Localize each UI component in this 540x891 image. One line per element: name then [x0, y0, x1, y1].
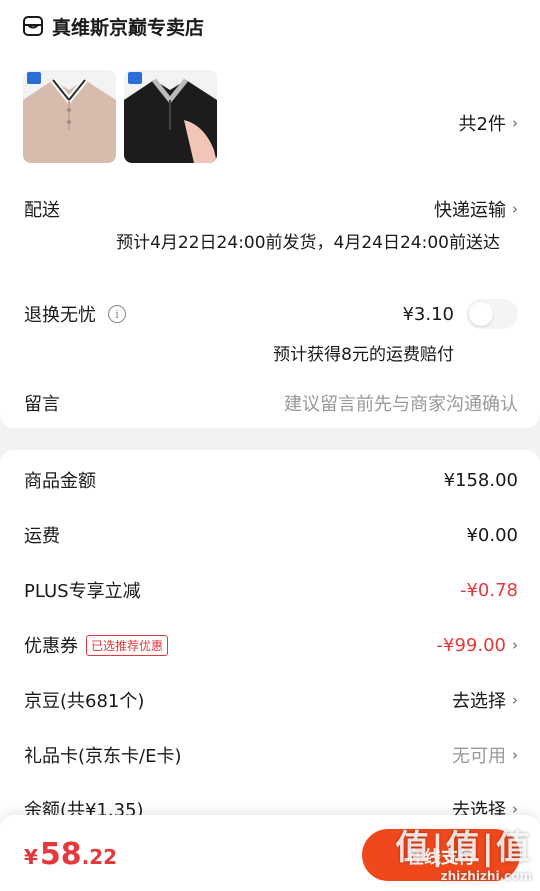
- order-card: 真维斯京巅专卖店 共2件 › 配送 快递运输 › 预计4月22日24:00前发货…: [0, 0, 540, 428]
- chevron-right-icon: ›: [512, 113, 518, 132]
- shipping-fee-label: 运费: [24, 526, 60, 547]
- order-total: ¥ 58 .22: [24, 837, 117, 872]
- delivery-eta: 预计4月22日24:00前发货，4月24日24:00前送达: [116, 233, 500, 253]
- goods-amount-label: 商品金额: [24, 471, 96, 492]
- delivery-label: 配送: [24, 200, 60, 221]
- return-insurance-price: ¥3.10: [402, 303, 454, 325]
- jingdou-row[interactable]: 京豆(共681个) 去选择 ›: [24, 685, 518, 715]
- store-icon: [23, 16, 43, 36]
- plus-discount-value: -¥0.78: [459, 579, 518, 601]
- watermark-logo: 值|值|值: [395, 828, 532, 868]
- shipping-fee-value: ¥0.00: [466, 524, 518, 546]
- jingdou-value: 去选择: [452, 691, 506, 712]
- chevron-right-icon: ›: [512, 745, 518, 764]
- product-thumbnail-pink[interactable]: [23, 70, 116, 163]
- giftcard-label: 礼品卡(京东卡/E卡): [24, 746, 182, 767]
- black-polo-image: [124, 70, 217, 163]
- item-count-label: 共2件: [458, 114, 506, 135]
- goods-amount-row: 商品金额 ¥158.00: [24, 465, 518, 495]
- jingdou-label: 京豆(共681个): [24, 691, 145, 712]
- coupon-row[interactable]: 优惠券 已选推荐优惠 -¥99.00 ›: [24, 630, 518, 660]
- message-row[interactable]: 留言 建议留言前先与商家沟通确认: [24, 388, 518, 418]
- store-header[interactable]: 真维斯京巅专卖店: [22, 12, 204, 40]
- delivery-row[interactable]: 配送 快递运输 ›: [24, 194, 518, 224]
- checkout-bar: ¥ 58 .22 在线支付 值|值|值 zhizhizhi.com: [0, 815, 540, 891]
- message-label: 留言: [24, 394, 60, 415]
- plus-discount-label: PLUS专享立减: [24, 581, 141, 602]
- return-insurance-row: 退换无忧 i ¥3.10: [24, 299, 518, 329]
- giftcard-row[interactable]: 礼品卡(京东卡/E卡) 无可用 ›: [24, 740, 518, 770]
- coupon-badge: 已选推荐优惠: [86, 634, 169, 656]
- chevron-right-icon: ›: [512, 635, 518, 654]
- goods-amount-value: ¥158.00: [443, 469, 518, 491]
- chevron-right-icon: ›: [512, 199, 518, 218]
- compensation-note: 预计获得8元的运费赔付: [273, 345, 454, 365]
- plus-discount-row: PLUS专享立减 -¥0.78: [24, 575, 518, 605]
- product-thumbnail-black[interactable]: [124, 70, 217, 163]
- watermark-url: zhizhizhi.com: [440, 869, 532, 883]
- return-insurance-toggle[interactable]: [466, 299, 518, 329]
- shipping-fee-row: 运费 ¥0.00: [24, 520, 518, 550]
- total-currency: ¥: [24, 845, 38, 869]
- info-icon[interactable]: i: [108, 305, 126, 323]
- store-name: 真维斯京巅专卖店: [52, 16, 205, 39]
- total-integer: 58: [39, 837, 82, 872]
- chevron-right-icon: ›: [512, 690, 518, 709]
- watermark: 值|值|值 zhizhizhi.com: [395, 820, 532, 883]
- delivery-method: 快递运输: [434, 200, 506, 221]
- item-count[interactable]: 共2件 ›: [459, 110, 518, 136]
- coupon-value: -¥99.00: [436, 634, 506, 656]
- total-decimal: .22: [81, 845, 118, 869]
- toggle-knob: [469, 302, 493, 326]
- pink-polo-image: [23, 70, 116, 163]
- message-input[interactable]: 建议留言前先与商家沟通确认: [284, 390, 518, 416]
- coupon-label: 优惠券: [24, 636, 78, 657]
- return-insurance-label: 退换无忧: [24, 305, 96, 326]
- giftcard-value: 无可用: [452, 746, 506, 767]
